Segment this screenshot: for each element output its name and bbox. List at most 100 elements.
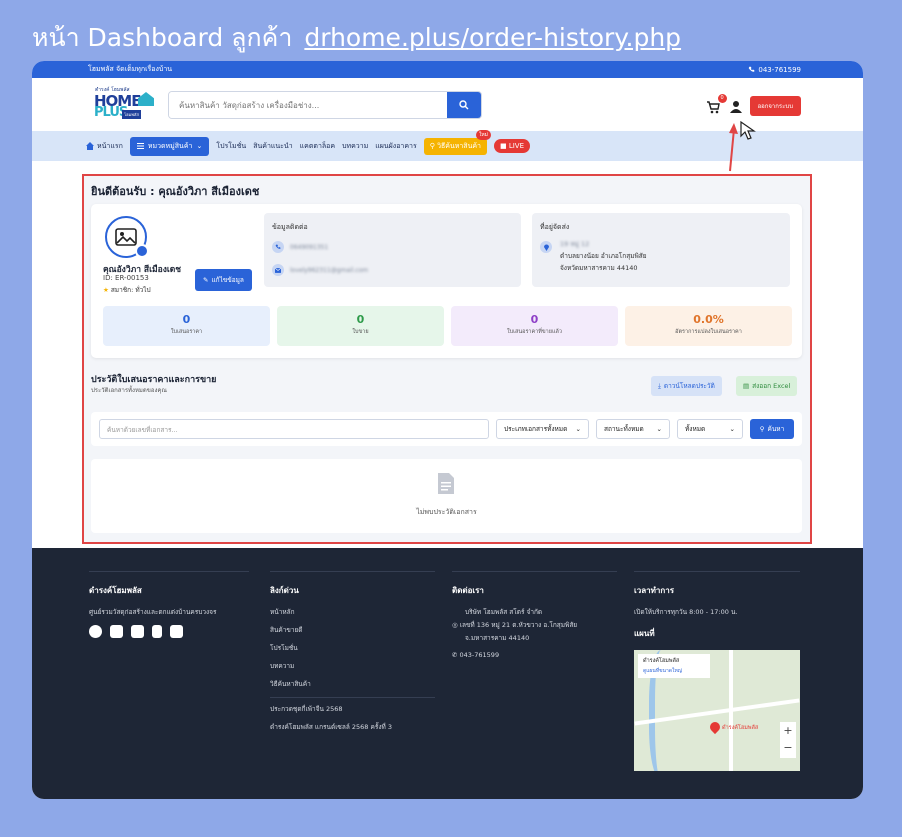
nav-home[interactable]: หน้าแรก <box>86 141 123 152</box>
camera-icon[interactable] <box>135 244 149 258</box>
nav-item-catalog[interactable]: แคตตาล็อค <box>300 141 335 152</box>
footer-about: ดำรงค์โฮมพลัส ศูนย์รวมวัสดุก่อสร้างและตก… <box>89 584 216 638</box>
contact-email: lovely962311@gmail.com <box>290 266 369 274</box>
nav-item-floorplan[interactable]: แผนผังอาคาร <box>375 141 416 152</box>
profile-card: คุณอังวิภา สีเมืองเดช ID: ER-00153 ★ สมา… <box>91 204 802 358</box>
footer-link[interactable]: โปรโมชั่น <box>270 643 435 653</box>
annotation-url: drhome.plus/order-history.php <box>304 23 682 52</box>
youtube-icon[interactable] <box>131 625 144 638</box>
search-input[interactable] <box>169 92 447 118</box>
map-pin-icon[interactable] <box>707 719 723 735</box>
map-info-box: ดำรงค์โฮมพลัส ดูแผนที่ขนาดใหญ่ <box>638 654 710 678</box>
stat-value: 0 <box>182 313 191 326</box>
excel-icon: ▤ <box>743 382 750 390</box>
footer-map-title: แผนที่ <box>634 629 655 638</box>
status-select[interactable]: สถานะทั้งหมด ⌄ <box>596 419 670 439</box>
zoom-in-button[interactable]: + <box>780 722 796 739</box>
stat-sold-quotations: 0 ใบเสนอราคาที่ขายแล้ว <box>451 306 618 346</box>
location-pin-icon <box>540 241 552 253</box>
address-line2: ตำบลยางน้อย อำเภอโกสุมพิสัย <box>560 252 647 260</box>
footer-links-title: ลิงก์ด่วน <box>270 586 299 595</box>
welcome-heading: ยินดีต้อนรับ : คุณอังวิภา สีเมืองเดช <box>91 185 260 198</box>
export-excel-button[interactable]: ▤ ส่งออก Excel <box>736 376 798 396</box>
site-logo[interactable]: ตำรงค์ โฮมพลัส HOME PLUS โฮมพลัส <box>92 86 154 120</box>
contact-phone: 0649091351 <box>290 243 329 251</box>
map-place-name: ดำรงค์โฮมพลัส <box>643 658 680 664</box>
download-icon: ⤓ <box>658 381 661 390</box>
nav-howto-label: วิธีค้นหาสินค้า <box>437 141 481 150</box>
stat-value: 0 <box>530 313 539 326</box>
document-search-input[interactable]: ค้นหาด้วยเลขที่เอกสาร... <box>99 419 489 439</box>
history-title: ประวัติใบเสนอราคาและการขาย <box>91 375 217 385</box>
footer-divider <box>89 571 249 572</box>
document-type-select[interactable]: ประเภทเอกสารทั้งหมด ⌄ <box>496 419 589 439</box>
facebook-icon[interactable] <box>89 625 102 638</box>
topbar-phone[interactable]: 043-761599 <box>748 66 801 74</box>
filter-search-label: ค้นหา <box>767 425 785 433</box>
stat-value: 0.0% <box>693 313 724 326</box>
footer-link[interactable]: บทความ <box>270 661 435 671</box>
profile-member: ★ สมาชิก: ทั่วไป <box>103 285 151 295</box>
site-footer: ดำรงค์โฮมพลัส ศูนย์รวมวัสดุก่อสร้างและตก… <box>32 548 863 799</box>
footer-contact: ติดต่อเรา บริษัท โฮมพลัส สโตร์ จำกัด ◎ เ… <box>452 584 577 667</box>
avatar[interactable] <box>105 216 149 258</box>
status-value: สถานะทั้งหมด <box>604 425 644 433</box>
logout-button[interactable]: ออกจากระบบ <box>749 96 801 116</box>
logo-tag: โฮมพลัส <box>122 110 141 119</box>
cart-button[interactable]: 0 <box>706 94 727 114</box>
footer-divider <box>270 571 435 572</box>
zoom-out-button[interactable]: − <box>780 739 796 756</box>
map-larger-link[interactable]: ดูแผนที่ขนาดใหญ่ <box>643 667 705 675</box>
empty-state-text: ไม่พบประวัติเอกสาร <box>416 508 477 516</box>
footer-about-desc: ศูนย์รวมวัสดุก่อสร้างและตกแต่งบ้านครบวงจ… <box>89 608 217 616</box>
tagline: โฮมพลัส จัดเต็มทุกเรื่องบ้าน <box>88 65 173 73</box>
search-icon: ⚲ <box>429 141 435 150</box>
stat-label: ใบเสนอราคาที่ขายแล้ว <box>507 329 562 335</box>
tiktok-icon[interactable] <box>152 625 162 638</box>
nav-categories-button[interactable]: หมวดหมู่สินค้า ⌄ <box>129 136 210 156</box>
footer-link[interactable]: วิธีค้นหาสินค้า <box>270 679 435 689</box>
footer-link[interactable]: สินค้าขายดี <box>270 625 435 635</box>
footer-quick-links: ลิงก์ด่วน หน้าหลัก สินค้าขายดี โปรโมชั่น… <box>270 584 435 740</box>
footer-link[interactable]: ประกวดชุดกี่เพ้าจีน 2568 <box>270 704 435 714</box>
footer-divider <box>634 571 800 572</box>
nav-item-recommended[interactable]: สินค้าแนะนำ <box>253 141 292 152</box>
nav-home-label: หน้าแรก <box>97 141 123 150</box>
new-badge: ใหม่ <box>475 129 491 140</box>
stat-conversion-rate: 0.0% อัตราการแปลงใบเสนอราคา <box>625 306 792 346</box>
nav-live-button[interactable]: ■ LIVE <box>493 139 531 153</box>
stat-label: ใบขาย <box>352 329 369 335</box>
history-subtitle: ประวัติเอกสารทั้งหมดของคุณ <box>91 387 167 394</box>
cart-count-badge: 0 <box>717 94 727 103</box>
footer-link[interactable]: ดำรงค์โฮมพลัส แกรนด์เซลล์ 2568 ครั้งที่ … <box>270 722 435 732</box>
nav-howto-button[interactable]: ⚲ วิธีค้นหาสินค้า ใหม่ <box>423 129 491 155</box>
filter-search-button[interactable]: ⚲ ค้นหา <box>750 419 794 439</box>
phone-icon <box>272 241 284 253</box>
footer-hours-title: เวลาทำการ <box>634 586 675 595</box>
map-zoom-controls: + − <box>780 722 796 758</box>
nav-item-articles[interactable]: บทความ <box>342 141 368 152</box>
line-icon[interactable] <box>110 625 123 638</box>
export-excel-label: ส่งออก Excel <box>752 382 791 390</box>
footer-address-line2: จ.มหาสารคาม 44140 <box>465 634 530 642</box>
stat-label: อัตราการแปลงใบเสนอราคา <box>675 329 742 335</box>
edit-icon: ✎ <box>203 276 209 284</box>
search-button[interactable] <box>447 92 481 118</box>
location-map[interactable]: ดำรงค์โฮมพลัส ดูแผนที่ขนาดใหญ่ ดำรงค์โฮม… <box>634 650 800 771</box>
star-icon: ★ <box>103 286 109 294</box>
stat-value: 0 <box>356 313 365 326</box>
header-actions: 0 ออกจากระบบ <box>706 94 801 116</box>
edit-profile-button[interactable]: ✎ แก้ไขข้อมูล <box>195 269 252 291</box>
user-icon[interactable] <box>729 100 742 113</box>
download-history-button[interactable]: ⤓ ดาวน์โหลดประวัติ <box>651 376 722 396</box>
stats-row: 0 ใบเสนอราคา 0 ใบขาย 0 ใบเสนอราคาที่ขายแ… <box>103 306 792 346</box>
nav-item-promotion[interactable]: โปรโมชั่น <box>216 141 246 152</box>
profile-member-text: สมาชิก: ทั่วไป <box>110 286 151 294</box>
shopping-bag-icon[interactable] <box>170 625 183 638</box>
chevron-down-icon: ⌄ <box>575 425 581 433</box>
footer-phone[interactable]: ✆ 043-761599 <box>452 651 577 659</box>
footer-address-line1: ◎ เลขที่ 136 หมู่ 21 ต.หัวขวาง อ.โกสุมพิ… <box>452 620 577 630</box>
stat-sales: 0 ใบขาย <box>277 306 444 346</box>
period-select[interactable]: ทั้งหมด ⌄ <box>677 419 743 439</box>
footer-link[interactable]: หน้าหลัก <box>270 607 435 617</box>
